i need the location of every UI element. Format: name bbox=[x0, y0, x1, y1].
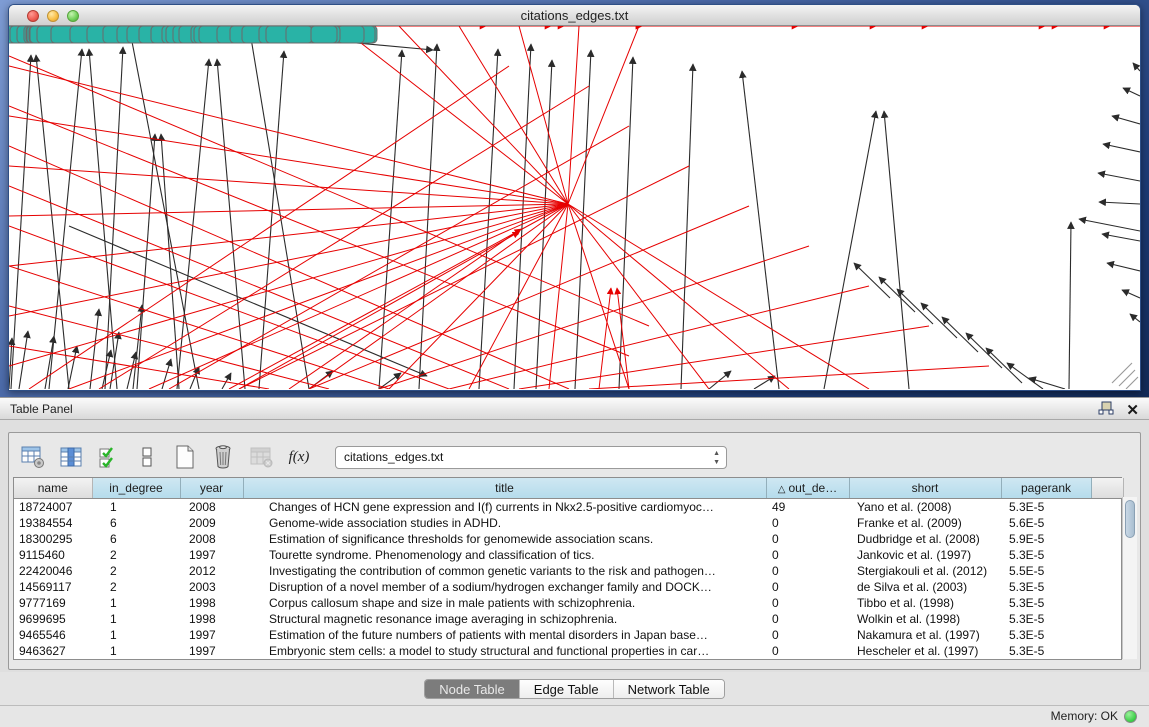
svg-text:363: 363 bbox=[272, 26, 285, 28]
network-window[interactable]: citations_edges.txt 24761162042783954304… bbox=[8, 4, 1141, 391]
graph-node[interactable]: 361 bbox=[286, 26, 312, 43]
column-header-pagerank[interactable]: pagerank bbox=[1001, 478, 1091, 498]
show-column-icon[interactable] bbox=[57, 443, 85, 471]
select-all-icon[interactable] bbox=[95, 443, 123, 471]
float-window-icon[interactable] bbox=[1098, 401, 1114, 420]
delete-column-icon[interactable] bbox=[209, 443, 237, 471]
network-window-title: citations_edges.txt bbox=[9, 8, 1140, 23]
table-tab-bar: Node TableEdge TableNetwork Table bbox=[0, 672, 1149, 705]
svg-text:361: 361 bbox=[292, 26, 305, 28]
graph-node[interactable]: 1016 bbox=[338, 26, 364, 43]
table-row[interactable]: 977716911998Corpus callosum shape and si… bbox=[14, 595, 1123, 611]
table-scrollbar[interactable] bbox=[1122, 497, 1137, 659]
svg-text:1016: 1016 bbox=[342, 26, 360, 28]
table-row[interactable]: 1938455462009Genome-wide association stu… bbox=[14, 515, 1123, 531]
table-row[interactable]: 911546021997Tourette syndrome. Phenomeno… bbox=[14, 547, 1123, 563]
table-panel-body: f(x) citations_edges.txt ▲▼ namein_degre… bbox=[0, 420, 1149, 672]
node-layer: 2476116204278395430438491524545584626686… bbox=[9, 26, 377, 43]
modify-table-icon[interactable] bbox=[19, 443, 47, 471]
svg-text:378: 378 bbox=[317, 26, 330, 28]
column-header-year[interactable]: year bbox=[180, 478, 243, 498]
deselect-all-icon[interactable] bbox=[133, 443, 161, 471]
table-scrollbar-thumb[interactable] bbox=[1125, 500, 1135, 538]
status-bar: Memory: OK bbox=[0, 705, 1149, 727]
table-row[interactable]: 1872400712008Changes of HCN gene express… bbox=[14, 498, 1123, 515]
table-row[interactable]: 946554611997Estimation of the future num… bbox=[14, 627, 1123, 643]
table-row[interactable]: 2242004622012Investigating the contribut… bbox=[14, 563, 1123, 579]
delete-table-icon[interactable] bbox=[247, 443, 275, 471]
network-graph[interactable]: 2476116204278395430438491524545584626686… bbox=[9, 26, 1140, 389]
column-header-title[interactable]: title bbox=[243, 478, 766, 498]
table-header-row: namein_degreeyeartitle△out_de…shortpager… bbox=[14, 478, 1123, 498]
edge-layer bbox=[9, 26, 1140, 389]
function-builder-icon[interactable]: f(x) bbox=[285, 443, 313, 471]
tab-node-table[interactable]: Node Table bbox=[425, 680, 520, 698]
graph-node[interactable]: 378 bbox=[311, 26, 337, 43]
table-selector-dropdown[interactable]: citations_edges.txt ▲▼ bbox=[335, 446, 727, 469]
cytoscape-desktop: citations_edges.txt 24761162042783954304… bbox=[0, 0, 1149, 397]
table-row[interactable]: 1456911722003Disruption of a novel membe… bbox=[14, 579, 1123, 595]
table-row[interactable]: 946362711997Embryonic stem cells: a mode… bbox=[14, 643, 1123, 659]
column-header-name[interactable]: name bbox=[14, 478, 92, 498]
column-header-short[interactable]: short bbox=[849, 478, 1001, 498]
table-panel-title: Table Panel bbox=[10, 402, 73, 416]
table-selector-value: citations_edges.txt bbox=[344, 450, 443, 464]
table-panel-header: Table Panel ✕ bbox=[0, 397, 1149, 420]
tab-edge-table[interactable]: Edge Table bbox=[520, 680, 614, 698]
table-row[interactable]: 1830029562008Estimation of significance … bbox=[14, 531, 1123, 547]
sort-ascending-icon: △ bbox=[778, 484, 786, 495]
column-header-in_degree[interactable]: in_degree bbox=[92, 478, 180, 498]
new-column-icon[interactable] bbox=[171, 443, 199, 471]
tab-network-table[interactable]: Network Table bbox=[614, 680, 724, 698]
close-panel-icon[interactable]: ✕ bbox=[1126, 404, 1139, 418]
table-toolbar: f(x) citations_edges.txt ▲▼ bbox=[19, 441, 727, 473]
memory-status-label: Memory: OK bbox=[1051, 709, 1118, 723]
table-row[interactable]: 969969511998Structural magnetic resonanc… bbox=[14, 611, 1123, 627]
svg-text:581: 581 bbox=[57, 26, 70, 28]
memory-status-icon bbox=[1124, 710, 1137, 723]
column-header-out_de[interactable]: △out_de… bbox=[766, 478, 849, 498]
node-table: namein_degreeyeartitle△out_de…shortpager… bbox=[13, 477, 1122, 660]
network-window-titlebar[interactable]: citations_edges.txt bbox=[9, 5, 1140, 26]
dropdown-stepper-icon[interactable]: ▲▼ bbox=[713, 449, 720, 467]
table-panel-inner: f(x) citations_edges.txt ▲▼ namein_degre… bbox=[8, 432, 1141, 670]
svg-text:333: 333 bbox=[205, 26, 218, 28]
